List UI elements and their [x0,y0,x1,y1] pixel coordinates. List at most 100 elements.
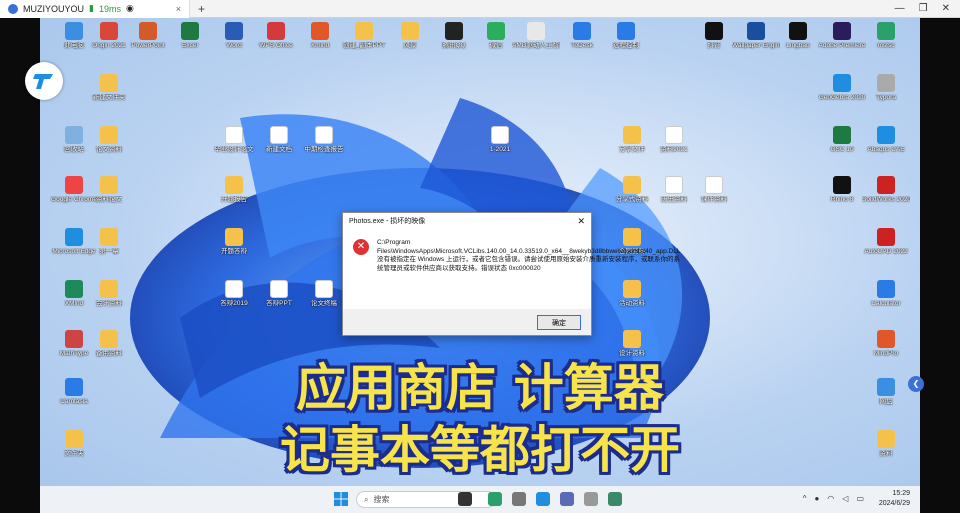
desktop-icon[interactable]: 腾讯QQ [430,22,478,50]
app-taskbar-icon[interactable] [560,492,574,506]
tray-app-icon[interactable]: ● [814,494,819,503]
desktop-icon[interactable]: 中期检查报告 [300,126,348,154]
close-tab-icon[interactable]: × [176,4,181,14]
desktop-icon[interactable]: 毕业设计论文 [210,126,258,154]
desktop-icon[interactable]: 论文终稿 [300,280,348,308]
chevron-up-icon[interactable]: ^ [803,494,807,503]
desktop-icon[interactable]: ToDesk [558,22,606,50]
record-icon[interactable]: ◉ [126,3,134,14]
minimize-icon[interactable]: — [895,3,905,14]
desktop-icon[interactable]: 开题答辩 [210,228,258,256]
app-icon [877,126,895,144]
desktop-icon[interactable]: Word [210,22,258,50]
clock[interactable]: 15:29 2024/6/29 [879,489,910,509]
desktop-icon[interactable]: 论文资料 [85,126,133,154]
app-icon [311,22,329,40]
desktop-icon[interactable]: GeoGebra 2020 [818,74,866,102]
desktop-icon[interactable]: 资料2021 [650,126,698,154]
desktop-icon[interactable]: 分享文件 [608,126,656,154]
desktop-icon[interactable]: Calculator [862,280,910,308]
desktop-icon[interactable]: mstsc [862,22,910,50]
desktop-icon[interactable]: 风景 [386,22,434,50]
taskbar-search[interactable]: ⌕ 搜索 [356,491,496,508]
desktop-icon[interactable]: 会计资料 [85,280,133,308]
desktop-icon[interactable]: Abaqus CAE [862,126,910,154]
close-window-icon[interactable]: ✕ [942,3,950,14]
desktop-icon[interactable]: AMD驱动人工智能 [512,22,560,50]
desktop-icon[interactable]: 1-2021 [476,126,524,154]
desktop-icon[interactable]: 答辩PPT [255,280,303,308]
desktop-icon[interactable]: PowerPoint [124,22,172,50]
app-icon [573,22,591,40]
task-view-icon[interactable] [458,492,472,506]
new-tab-button[interactable]: + [190,2,213,16]
desktop-icon[interactable]: 新建文档 [255,126,303,154]
window-controls: — ❐ ✕ [895,3,960,14]
app-icon [623,126,641,144]
desktop-icon-label: PowerPoint [131,42,165,49]
desktop-icon[interactable]: 活动资料 [608,280,656,308]
desktop-icon[interactable]: 远程控制 [602,22,650,50]
app-icon [877,228,895,246]
desktop-icon-label: 风景 [403,42,417,49]
desktop-icon-label: Typora [876,94,896,101]
desktop-icon[interactable]: Wallpaper Engine [732,22,780,50]
desktop-icon-label: WPS Office [259,42,293,49]
app-icon [355,22,373,40]
desktop-icon[interactable]: Xmind [296,22,344,50]
desktop-icon[interactable]: Typora [862,74,910,102]
desktop-icon-label: 开题答辩 [221,248,247,255]
desktop-icon[interactable]: SolidWorks 2020 [862,176,910,204]
volume-icon[interactable]: ◁ [842,494,848,503]
desktop-icon-label: Wallpaper Engine [732,42,780,49]
desktop-icon-label: Lingbao [786,42,810,49]
desktop-icon-label: 1-2021 [489,146,511,153]
battery-icon[interactable]: ▭ [856,494,864,503]
desktop-icon[interactable]: 资料论文 [85,176,133,204]
restore-icon[interactable]: ❐ [919,3,928,14]
settings-gear-icon[interactable] [512,492,526,506]
todesk-taskbar-icon[interactable] [536,492,550,506]
dialog-message: C:\Program Files\WindowsApps\Microsoft.V… [377,239,681,272]
desktop-icon-label: 课件资料 [701,196,727,203]
desktop-icon[interactable]: WPS Office [252,22,300,50]
app-icon [623,280,641,298]
desktop-icon[interactable]: 第一章 [85,228,133,256]
desktop-icon[interactable]: 抖音 [690,22,738,50]
app-icon [225,228,243,246]
app-icon [139,22,157,40]
app-icon [315,280,333,298]
desktop-icon-label: 开题报告 [221,196,247,203]
signal-icon: ▮ [89,3,94,13]
desktop-icon-label: 新建文档 [266,146,292,153]
desktop-icon[interactable]: AutoCAD 2022 [862,228,910,256]
widgets-icon[interactable] [488,492,502,506]
windows-start-icon[interactable] [334,492,348,506]
desktop-icon[interactable]: 课件资料 [690,176,738,204]
desktop-icon[interactable]: Lingbao [774,22,822,50]
ok-button[interactable]: 确定 [537,315,581,330]
time-text: 15:29 [892,490,910,497]
app-icon [181,22,199,40]
desktop-icon[interactable]: Rhino 8 [818,176,866,204]
photos-taskbar-icon[interactable] [608,492,622,506]
remote-session-tab[interactable]: MUZIYOUYOU ▮ 19ms ◉ × [0,0,190,18]
desktop-icon[interactable]: Adobe Premiere [818,22,866,50]
file-taskbar-icon[interactable] [584,492,598,506]
search-icon: ⌕ [364,494,369,504]
app-icon [225,280,243,298]
desktop-icon[interactable]: 新建文件夹 [85,74,133,102]
desktop-icon[interactable]: 分享式资料 [608,176,656,204]
desktop-icon-label: 毕业设计论文 [214,146,254,153]
app-icon [487,22,505,40]
app-icon [705,176,723,194]
app-icon [877,74,895,92]
app-icon [100,280,118,298]
desktop-icon[interactable]: GSC 10 [818,126,866,154]
desktop-icon[interactable]: 创建_副本PPT [340,22,388,50]
desktop-icon[interactable]: 开题报告 [210,176,258,204]
wifi-icon[interactable]: ◠ [827,494,834,503]
desktop-icon[interactable]: Excel [166,22,214,50]
dialog-close-icon[interactable]: ✕ [577,216,585,227]
desktop-icon[interactable]: 答辩2019 [210,280,258,308]
